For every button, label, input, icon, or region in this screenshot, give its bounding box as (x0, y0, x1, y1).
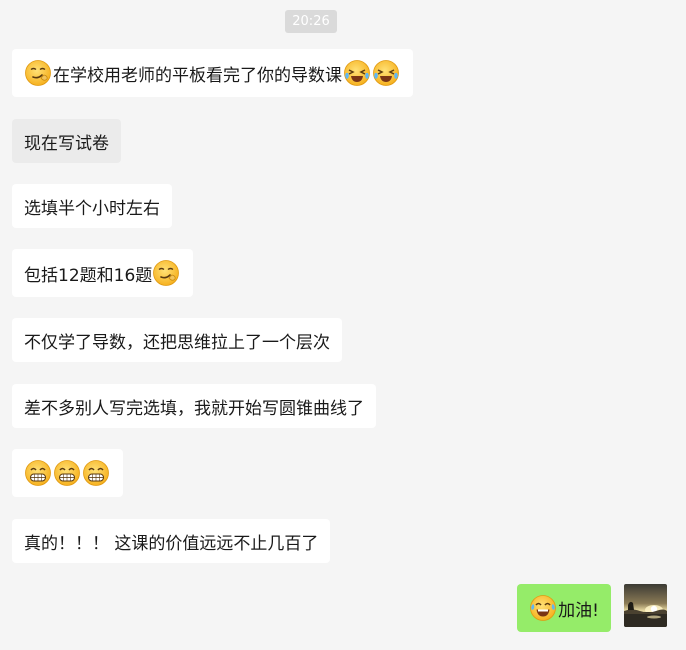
my-reply-text: 加油! (558, 600, 599, 621)
chat-message-1[interactable]: 在学校用老师的平板看完了你的导数课 (12, 49, 413, 97)
chat-message-4[interactable]: 包括12题和16题 (12, 249, 194, 297)
chat-message-text: 选填半个小时左右 (24, 198, 160, 219)
smirk-icon (152, 259, 180, 287)
chat-message-text: 在学校用老师的平板看完了你的导数课 (53, 65, 342, 86)
chat-message-7[interactable] (12, 449, 123, 497)
chat-message-3[interactable]: 选填半个小时左右 (12, 184, 172, 228)
grin-icon (53, 459, 81, 487)
my-reply-message[interactable]: 加油! (517, 584, 611, 632)
user-avatar[interactable] (624, 584, 667, 627)
chat-message-2[interactable]: 现在写试卷 (12, 119, 121, 163)
grin-icon (82, 459, 110, 487)
chat-message-text: 不仅学了导数，还把思维拉上了一个层次 (24, 332, 330, 353)
chat-message-5[interactable]: 不仅学了导数，还把思维拉上了一个层次 (12, 318, 342, 362)
chat-message-8[interactable]: 真的！！！ 这课的价值远远不止几百了 (12, 519, 331, 563)
chat-message-text: 现在写试卷 (24, 133, 109, 154)
grin-icon (24, 459, 52, 487)
chat-message-6[interactable]: 差不多别人写完选填，我就开始写圆锥曲线了 (12, 384, 376, 428)
chat-message-text: 真的！！！ 这课的价值远远不止几百了 (24, 533, 319, 554)
laugh-cry-icon (343, 59, 371, 87)
chat-message-text: 包括12题和16题 (24, 265, 153, 286)
message-timestamp: 20:26 (285, 10, 337, 33)
laugh-cry-icon (372, 59, 400, 87)
chat-message-text: 差不多别人写完选填，我就开始写圆锥曲线了 (24, 398, 364, 419)
smirk-icon (24, 59, 52, 87)
tears-of-joy-icon (529, 594, 557, 622)
